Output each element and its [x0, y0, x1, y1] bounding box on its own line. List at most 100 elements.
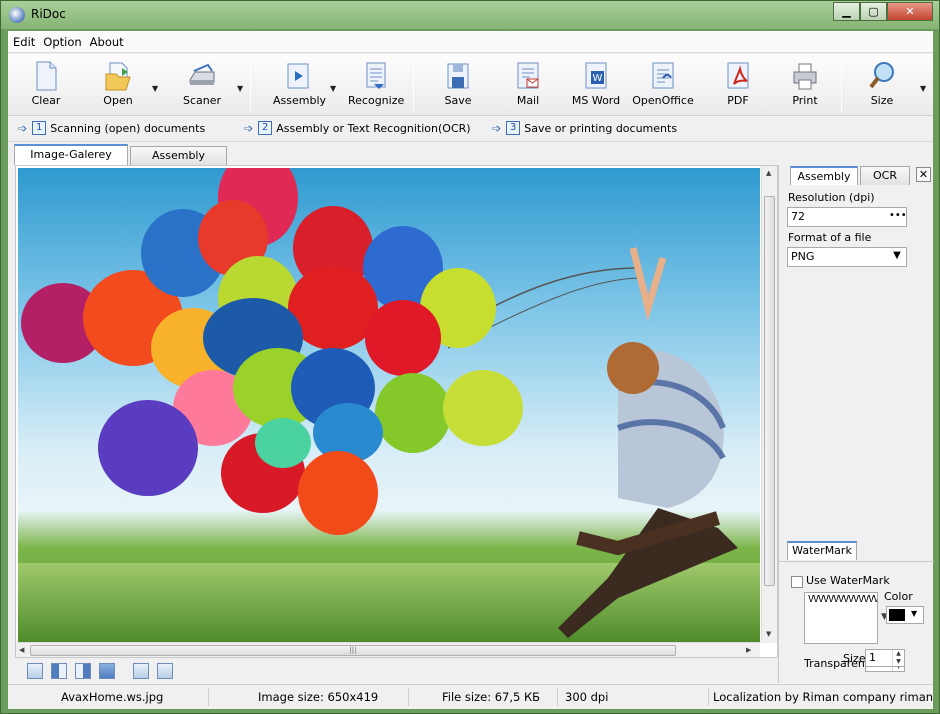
scroll-right-icon[interactable]: ▶ — [746, 646, 751, 654]
status-dpi: 300 dpi — [565, 690, 609, 704]
save-button[interactable]: Save — [436, 58, 480, 112]
status-localization: Localization by Riman company riman — [713, 690, 934, 704]
app-logo-icon — [9, 7, 25, 23]
step-3: ➩ 3 Save or printing documents — [492, 121, 678, 135]
toolbar: Clear Open ▼ Scaner ▼ Assembly ▼ Recogni… — [8, 54, 933, 116]
scaner-button[interactable]: Scaner — [178, 58, 226, 112]
color-swatch — [889, 609, 905, 621]
clear-button[interactable]: Clear — [24, 58, 68, 112]
resolution-label: Resolution (dpi) — [788, 191, 875, 204]
toolbar-separator — [841, 58, 842, 112]
scanner-icon — [189, 63, 215, 85]
steps-bar: ➩ 1 Scanning (open) documents ➩ 2 Assemb… — [8, 117, 933, 142]
color-picker[interactable]: ▼ — [886, 606, 924, 624]
horizontal-scrollbar[interactable]: ◀ ||| ▶ — [16, 642, 760, 657]
menu-about[interactable]: About — [90, 35, 124, 49]
scroll-down-icon[interactable]: ▼ — [766, 630, 771, 638]
open-folder-icon — [105, 62, 131, 91]
tab-panel-ocr[interactable]: OCR — [860, 166, 910, 185]
menu-option[interactable]: Option — [43, 35, 81, 49]
view-mode-bar — [15, 661, 778, 683]
step-2: ➩ 2 Assembly or Text Recognition(OCR) — [244, 121, 471, 135]
zoom-icon — [869, 62, 894, 89]
assembly-button[interactable]: Assembly — [273, 58, 326, 112]
size-dropdown-icon[interactable]: ▼ — [920, 84, 926, 93]
title-bar: RiDoc ▁ ▢ ✕ — [1, 1, 939, 29]
resolution-browse-button[interactable]: ••• — [889, 209, 907, 225]
size-stepper[interactable]: 1 ▲ ▼ — [865, 649, 905, 667]
status-image-size: Image size: 650x419 — [258, 690, 379, 704]
use-watermark-checkbox[interactable] — [791, 576, 803, 588]
vertical-scroll-thumb[interactable] — [764, 196, 775, 586]
view-full-icon[interactable] — [99, 663, 115, 679]
view-single-icon[interactable] — [27, 663, 43, 679]
menu-edit[interactable]: Edit — [13, 35, 35, 49]
assembly-icon — [287, 63, 309, 89]
menu-bar: Edit Option About — [8, 31, 933, 53]
recognize-button[interactable]: Recognize — [348, 58, 404, 112]
document-tabs: Image-Galerey Assembly — [8, 144, 933, 165]
status-bar: AvaxHome.ws.jpg Image size: 650x419 File… — [8, 684, 933, 709]
format-label: Format of a file — [788, 231, 872, 244]
resolution-field[interactable]: 72 ••• — [787, 207, 907, 227]
save-icon — [447, 63, 469, 89]
status-separator — [708, 688, 709, 706]
vertical-scrollbar[interactable]: ▲ ▼ — [761, 166, 777, 643]
maximize-button[interactable]: ▢ — [860, 2, 887, 21]
pdf-button[interactable]: PDF — [716, 58, 760, 112]
app-window: RiDoc ▁ ▢ ✕ Edit Option About Clear Open… — [0, 0, 940, 714]
window-title: RiDoc — [31, 7, 66, 21]
tab-image-gallery[interactable]: Image-Galerey — [14, 144, 128, 165]
scroll-up-icon[interactable]: ▲ — [766, 169, 771, 177]
fit-width-icon[interactable] — [133, 663, 149, 679]
settings-panel: Assembly OCR ✕ Resolution (dpi) 72 ••• F… — [778, 165, 934, 683]
chevron-down-icon: ▼ — [911, 609, 918, 618]
arrow-right-icon: ➩ — [492, 121, 502, 135]
minimize-button[interactable]: ▁ — [833, 2, 860, 21]
color-label: Color — [884, 590, 913, 603]
size-label: Size — [843, 652, 866, 665]
arrow-right-icon: ➩ — [244, 121, 254, 135]
svg-text:W: W — [593, 73, 603, 84]
use-watermark-label: Use WaterMark — [806, 574, 890, 587]
print-button[interactable]: Print — [783, 58, 827, 112]
horizontal-scroll-thumb[interactable]: ||| — [30, 645, 676, 656]
status-separator — [408, 688, 409, 706]
step-1: ➩ 1 Scanning (open) documents — [18, 121, 206, 135]
size-button[interactable]: Size — [860, 58, 904, 112]
view-left-half-icon[interactable] — [51, 663, 67, 679]
tab-assembly[interactable]: Assembly — [130, 146, 227, 165]
status-file-name: AvaxHome.ws.jpg — [61, 690, 164, 704]
format-select[interactable]: PNG ▼ — [787, 247, 907, 267]
open-button[interactable]: Open — [96, 58, 140, 112]
watermark-pattern-preview[interactable]: VVVVVVVVVVVVVVVVVVVVVVVVVVVVVVVVVVVVVVVV… — [804, 592, 878, 644]
printer-icon — [793, 63, 817, 90]
close-button[interactable]: ✕ — [887, 2, 933, 21]
stepper-arrows-icon[interactable]: ▲▼ — [892, 650, 904, 666]
fit-page-icon[interactable] — [157, 663, 173, 679]
status-separator — [557, 688, 558, 706]
assembly-dropdown-icon[interactable]: ▼ — [330, 84, 336, 93]
balloons-photo — [18, 168, 760, 643]
mail-button[interactable]: Mail — [506, 58, 550, 112]
arrow-right-icon: ➩ — [18, 121, 28, 135]
status-separator — [208, 688, 209, 706]
toolbar-separator — [413, 58, 414, 112]
openoffice-button[interactable]: OpenOffice — [632, 58, 694, 112]
client-area: Edit Option About Clear Open ▼ Scaner ▼ … — [8, 31, 934, 709]
pdf-icon — [727, 62, 749, 89]
scroll-left-icon[interactable]: ◀ — [19, 646, 24, 654]
preview-image — [18, 168, 760, 643]
tab-panel-assembly[interactable]: Assembly — [790, 166, 858, 185]
openoffice-icon — [652, 62, 674, 89]
status-file-size: File size: 67,5 КБ — [442, 690, 541, 704]
tab-watermark[interactable]: WaterMark — [787, 541, 857, 560]
msword-button[interactable]: W MS Word — [571, 58, 621, 112]
chevron-down-icon: ▼ — [893, 250, 901, 261]
panel-close-button[interactable]: ✕ — [916, 167, 931, 182]
image-viewer: ▲ ▼ ◀ ||| ▶ — [15, 165, 778, 658]
word-icon: W — [585, 62, 607, 89]
open-dropdown-icon[interactable]: ▼ — [152, 84, 158, 93]
view-right-half-icon[interactable] — [75, 663, 91, 679]
scaner-dropdown-icon[interactable]: ▼ — [237, 84, 243, 93]
